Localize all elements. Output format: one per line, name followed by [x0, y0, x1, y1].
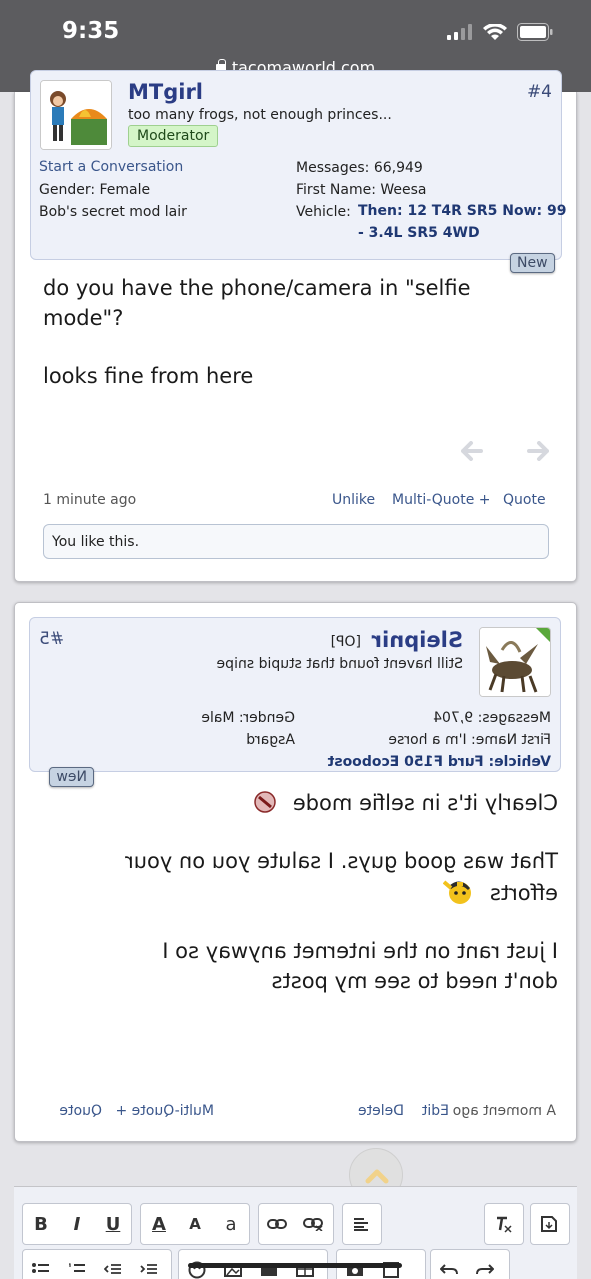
message-line: do you have the phone/camera in "selfie	[43, 276, 471, 300]
vehicle[interactable]: Vehicle: Furd F150 Ecoboost	[328, 754, 551, 770]
location: Bob's secret mod lair	[39, 204, 187, 220]
unlike-button[interactable]: Unlike	[332, 492, 375, 508]
delete-button[interactable]: Delete	[358, 1103, 404, 1119]
align-group	[342, 1203, 382, 1245]
message-line: Clearly it's in selfie mode	[125, 788, 558, 818]
salute-emoji-icon	[442, 880, 472, 904]
emoji-icon	[254, 791, 276, 813]
avatar[interactable]	[479, 627, 551, 697]
message-line: efforts	[125, 876, 558, 908]
unlink-icon[interactable]	[295, 1204, 331, 1244]
post-time[interactable]: A moment ago	[453, 1103, 556, 1119]
post-number[interactable]: #4	[527, 82, 552, 102]
home-indicator	[188, 1263, 402, 1268]
multi-quote-button[interactable]: Multi-Quote +	[392, 492, 491, 508]
vehicle-label: Vehicle:	[296, 204, 351, 220]
post-number[interactable]: #5	[39, 629, 64, 649]
post-5: Sleipnir [OP] #5 Still havent found that…	[14, 602, 577, 1142]
signal-icon	[447, 24, 472, 40]
font-size-button[interactable]: A	[177, 1204, 213, 1244]
moderator-badge: Moderator	[128, 125, 219, 147]
avatar-image-icon	[479, 628, 550, 697]
font-family-button[interactable]: a	[213, 1204, 249, 1244]
indent-icon[interactable]	[131, 1250, 167, 1279]
font-group: A A a	[140, 1203, 250, 1245]
outdent-icon[interactable]	[95, 1250, 131, 1279]
message-body: do you have the phone/camera in "selfie …	[43, 273, 471, 391]
gender: Gender: Male	[201, 710, 295, 726]
message-line: I just rant on the internet anyway so I	[162, 939, 558, 963]
gender: Gender: Female	[39, 182, 151, 198]
new-badge: New	[49, 767, 94, 787]
link-icon[interactable]	[259, 1204, 295, 1244]
avatar[interactable]	[40, 80, 112, 150]
quote-button[interactable]: Quote	[59, 1103, 102, 1119]
user-info-box: MTgirl #4 too many frogs, not enough pri…	[30, 70, 566, 260]
bold-button[interactable]: B	[23, 1204, 59, 1244]
message-line: mode"?	[43, 306, 124, 330]
draft-group	[530, 1203, 570, 1245]
text-style-group: B I U	[22, 1203, 132, 1245]
user-info-box: Sleipnir [OP] #5 Still havent found that…	[29, 617, 561, 772]
history-group	[430, 1249, 510, 1279]
bullet-list-icon[interactable]	[23, 1250, 59, 1279]
start-conversation-link[interactable]: Start a Conversation	[39, 159, 183, 175]
vehicle-line-2[interactable]: - 3.4L SR5 4WD	[358, 225, 480, 241]
message-line	[125, 818, 558, 846]
arrow-right-icon[interactable]	[527, 441, 549, 461]
message-line: don't need to see my posts	[271, 969, 558, 993]
edit-button[interactable]: Edit	[422, 1103, 449, 1119]
clear-format-group	[484, 1203, 524, 1245]
numbered-list-icon[interactable]	[59, 1250, 95, 1279]
messages-count: Messages: 9,704	[433, 710, 551, 726]
likes-summary: You like this.	[43, 524, 549, 559]
user-title: Still havent found that stupid snipe	[216, 656, 463, 672]
status-icons	[447, 23, 553, 41]
redo-icon[interactable]	[467, 1250, 503, 1279]
user-title: too many frogs, not enough princes...	[128, 107, 392, 123]
italic-button[interactable]: I	[59, 1204, 95, 1244]
message-line: looks fine from here	[43, 364, 254, 388]
multi-quote-button[interactable]: Multi-Quote +	[115, 1103, 214, 1119]
post-time[interactable]: 1 minute ago	[43, 492, 136, 508]
first-name: First Name: Weesa	[296, 182, 427, 198]
font-color-button[interactable]: A	[141, 1204, 177, 1244]
new-badge: New	[510, 253, 555, 273]
list-group	[22, 1249, 172, 1279]
username[interactable]: MTgirl	[128, 80, 203, 104]
username[interactable]: Sleipnir	[372, 628, 463, 652]
mirrored-post-content: Sleipnir [OP] #5 Still havent found that…	[15, 603, 576, 1141]
post-4: MTgirl #4 too many frogs, not enough pri…	[14, 70, 577, 582]
location: Asgard	[246, 732, 295, 748]
first-name: First Name: I'm a horse	[388, 732, 551, 748]
messages-count: Messages: 66,949	[296, 160, 423, 176]
link-group	[258, 1203, 334, 1245]
save-draft-icon[interactable]	[531, 1204, 567, 1244]
status-time: 9:35	[62, 18, 120, 44]
message-line	[43, 333, 471, 361]
quote-button[interactable]: Quote	[503, 492, 546, 508]
battery-icon	[517, 23, 553, 41]
wifi-icon	[483, 23, 507, 40]
vehicle-line-1[interactable]: Then: 12 T4R SR5 Now: 99	[358, 203, 566, 219]
message-body: Clearly it's in selfie mode That was goo…	[125, 788, 558, 996]
underline-button[interactable]: U	[95, 1204, 131, 1244]
align-left-icon[interactable]	[343, 1204, 379, 1244]
avatar-image-icon	[41, 81, 111, 149]
arrow-left-icon[interactable]	[461, 441, 483, 461]
op-tag: [OP]	[330, 634, 361, 650]
message-line	[125, 908, 558, 936]
message-line: That was good guys. I salute you on your	[125, 849, 558, 873]
undo-icon[interactable]	[431, 1250, 467, 1279]
clear-formatting-icon[interactable]	[485, 1204, 521, 1244]
